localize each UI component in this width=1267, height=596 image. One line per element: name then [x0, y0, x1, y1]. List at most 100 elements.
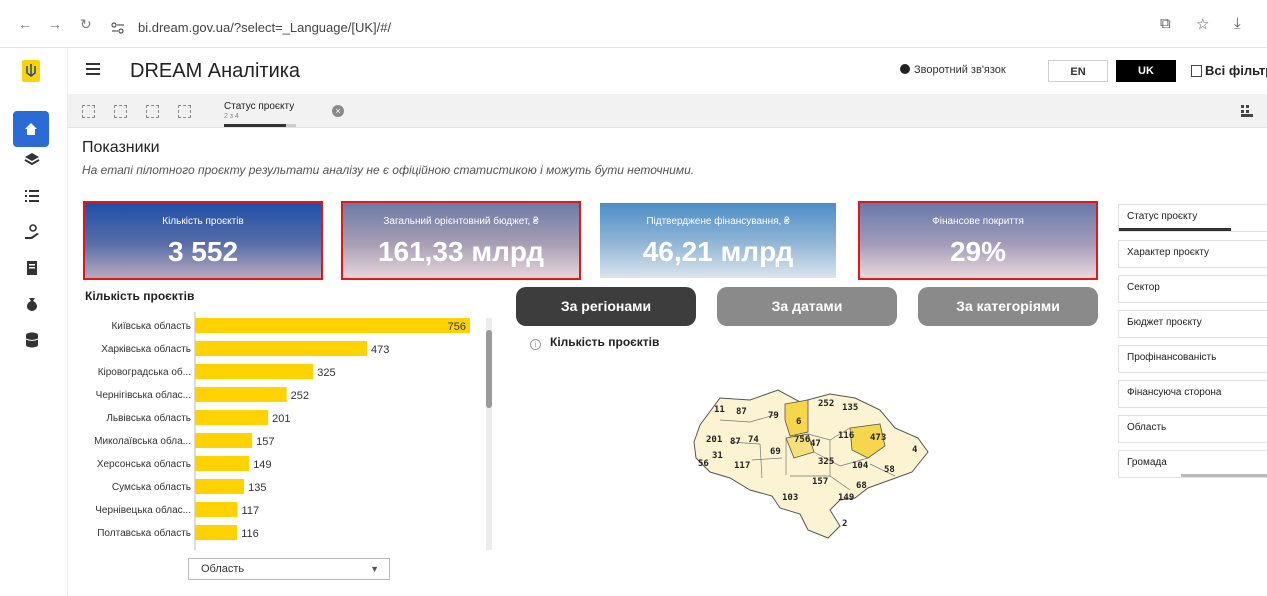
clear-selections-icon[interactable] — [178, 105, 191, 118]
ukraine-regions-map[interactable]: 11 87 79 6 252 135 201 87 74 756 47 116 473 31 69 4 56 11… — [690, 380, 935, 545]
map-region-value: 117 — [734, 461, 750, 471]
bar[interactable] — [195, 456, 250, 471]
url-text: bi.dream.gov.ua/?select=_Language/[UK]/#… — [138, 20, 392, 35]
kpi-value: 3 552 — [167, 236, 239, 267]
bar-category-label: Харківська область — [101, 343, 191, 355]
bar-category-label: Кіровоградська об... — [98, 366, 191, 378]
filter-item[interactable]: Статус проєкту — [1118, 204, 1267, 232]
map-region-value: 325 — [818, 457, 834, 467]
filter-item-label: Профінансованість — [1127, 352, 1217, 363]
map-region-value: 157 — [812, 477, 828, 487]
document-icon[interactable] — [22, 258, 42, 278]
map-region-value: 4 — [912, 445, 918, 455]
map-region-value: 87 — [736, 407, 747, 417]
bar[interactable] — [195, 502, 238, 517]
tab-by-dates[interactable]: За датами — [717, 287, 897, 326]
bar-value-label: 252 — [291, 390, 309, 402]
lang-en-button[interactable]: EN — [1048, 60, 1108, 82]
filter-selection-bar — [1119, 228, 1231, 231]
close-icon[interactable]: × — [332, 105, 344, 117]
map-region-value: 6 — [796, 417, 801, 427]
list-icon[interactable] — [22, 186, 42, 206]
step-forward-icon[interactable] — [146, 105, 159, 118]
bar[interactable] — [195, 433, 253, 448]
page-title: Показники — [82, 139, 160, 156]
selection-chip-status[interactable]: Статус проєкту 2 з 4 × — [220, 96, 350, 127]
all-filters-label: Всі фільтр — [1205, 63, 1267, 78]
forward-arrow-icon[interactable]: → — [48, 16, 62, 32]
kpi-label: Фінансове покриття — [932, 216, 1024, 227]
filter-item-label: Бюджет проєкту — [1127, 317, 1202, 328]
bar[interactable] — [195, 479, 245, 494]
kpi-project-count: Кількість проєктів 3 552 — [83, 201, 323, 280]
pen-icon — [900, 64, 910, 74]
selections-bar: Статус проєкту 2 з 4 × — [68, 94, 1267, 128]
map-region-value: 58 — [884, 465, 895, 475]
bar[interactable] — [195, 410, 269, 425]
feedback-link[interactable]: Зворотний зв'язок — [900, 64, 1006, 76]
reload-icon[interactable]: ↻ — [80, 16, 92, 32]
bar[interactable] — [195, 364, 314, 379]
region-dimension-select[interactable]: Область ▼ — [188, 558, 390, 580]
selection-search-icon[interactable] — [82, 105, 95, 118]
filter-item[interactable]: Громада — [1118, 450, 1267, 478]
bar[interactable] — [195, 525, 238, 540]
back-arrow-icon[interactable]: ← — [18, 16, 32, 32]
all-filters-button[interactable]: Всі фільтр — [1191, 63, 1267, 78]
filter-item[interactable]: Область — [1118, 415, 1267, 443]
map-region-value: 103 — [782, 493, 798, 503]
tab-by-categories[interactable]: За категоріями — [918, 287, 1098, 326]
menu-hamburger-icon[interactable] — [86, 63, 100, 77]
home-icon — [25, 123, 37, 135]
app-title: DREAM Аналітика — [130, 60, 301, 82]
download-icon[interactable]: ⤓ — [1234, 15, 1241, 32]
address-bar[interactable]: bi.dream.gov.ua/?select=_Language/[UK]/#… — [110, 17, 1010, 39]
site-settings-icon[interactable] — [110, 17, 126, 39]
selection-chip-subtitle: 2 з 4 — [224, 113, 239, 120]
database-icon[interactable] — [22, 330, 42, 350]
chart-scrollbar[interactable] — [486, 318, 492, 550]
trident-logo-icon — [22, 60, 40, 82]
tab-by-regions[interactable]: За регіонами — [516, 287, 696, 326]
info-icon[interactable]: i — [530, 339, 541, 350]
kpi-financial-coverage: Фінансове покриття 29% — [858, 201, 1098, 280]
map-region-value: 31 — [712, 451, 723, 461]
bar[interactable] — [195, 318, 470, 333]
map-region-value: 2 — [842, 519, 847, 529]
bar-category-label: Сумська область — [112, 481, 191, 493]
projects-by-region-chart: Київська область 756 Харківська область 473… — [94, 312, 470, 550]
filter-item[interactable]: Характер проєкту — [1118, 240, 1267, 268]
map-region-value: 87 — [730, 437, 741, 447]
chevron-down-icon: ▼ — [370, 564, 379, 574]
chart-scroll-thumb[interactable] — [486, 330, 492, 408]
bookmark-star-icon[interactable]: ☆ — [1196, 15, 1209, 33]
translate-icon[interactable]: ⧉ — [1160, 15, 1171, 32]
bar[interactable] — [195, 387, 287, 402]
filter-item[interactable]: Бюджет проєкту — [1118, 310, 1267, 338]
selection-chip-title: Статус проєкту — [224, 101, 295, 112]
step-back-icon[interactable] — [114, 105, 127, 118]
ukraine-outline — [693, 389, 929, 539]
filter-item[interactable]: Сектор — [1118, 275, 1267, 303]
bar-value-label: 756 — [448, 321, 466, 333]
sheet-grid-icon[interactable] — [1241, 105, 1253, 117]
layers-icon[interactable] — [22, 150, 42, 170]
bar[interactable] — [195, 341, 368, 356]
bar-value-label: 201 — [272, 413, 290, 425]
filter-item-label: Сектор — [1127, 282, 1160, 293]
kpi-label: Кількість проєктів — [162, 216, 244, 227]
map-caption-text: Кількість проєктів — [550, 335, 660, 349]
bar-value-label: 149 — [253, 459, 271, 471]
filter-item[interactable]: Профінансованість — [1118, 345, 1267, 373]
disclaimer-text: На етапі пілотного проєкту результати ан… — [82, 163, 695, 177]
filter-item[interactable]: Фінансуюча сторона — [1118, 380, 1267, 408]
lang-uk-button[interactable]: UK — [1116, 60, 1176, 82]
sidebar-item-home[interactable] — [13, 111, 49, 147]
map-region-value: 135 — [842, 403, 858, 413]
kpi-label: Підтверджене фінансування, ₴ — [646, 216, 790, 227]
browser-toolbar: ← → ↻ bi.dream.gov.ua/?select=_Language/… — [0, 0, 1267, 48]
money-bag-icon[interactable] — [22, 294, 42, 314]
map-region-value: 79 — [768, 411, 779, 421]
money-hand-icon[interactable] — [22, 222, 42, 242]
filter-icon — [1191, 65, 1202, 77]
